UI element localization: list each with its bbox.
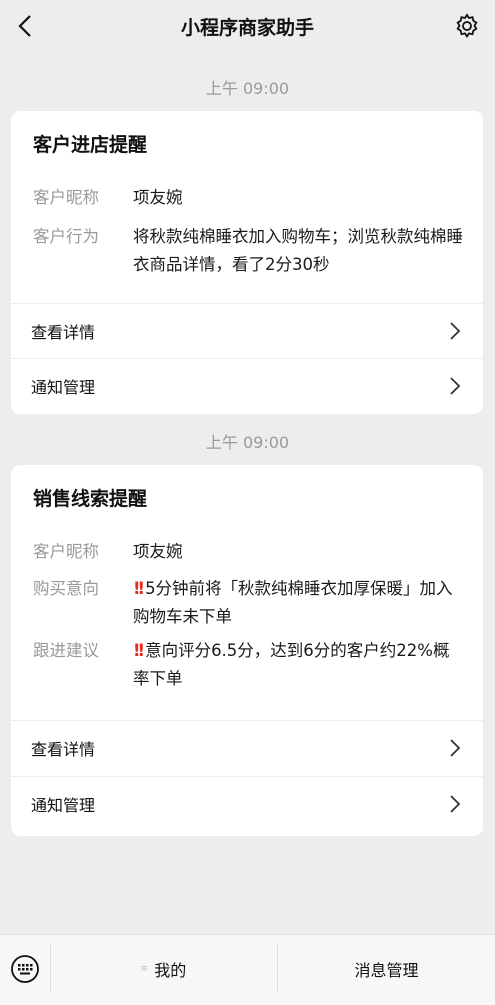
card-title: 销售线索提醒 [33,488,148,510]
menu-list-icon: ≡ [140,964,149,974]
link-label: 查看详情 [31,323,96,342]
message-time: 上午 09:00 [205,433,290,452]
chevron-right-icon [450,739,461,757]
page-title: 小程序商家助手 [180,16,314,39]
settings-button[interactable] [453,12,481,40]
keyboard-icon [11,955,39,983]
chevron-right-icon [450,377,461,395]
field-label: 购买意向 [33,579,99,598]
chevron-right-icon [450,322,461,340]
field-row: 客户昵称 项友婉 [11,184,463,212]
field-value: !! 5分钟前将「秋款纯棉睡衣加厚保暖」加入购物车未下单 [133,575,463,631]
alert-icon: !! [133,641,145,660]
field-row: 跟进建议 !! 意向评分6.5分，达到6分的客户约22%概率下单 [11,637,463,693]
notification-settings-link[interactable]: 通知管理 [11,358,483,413]
field-value: 项友婉 [133,542,183,561]
field-row: 购买意向 !! 5分钟前将「秋款纯棉睡衣加厚保暖」加入购物车未下单 [11,575,463,631]
field-text: 5分钟前将「秋款纯棉睡衣加厚保暖」加入购物车未下单 [133,579,453,626]
link-label: 查看详情 [31,740,96,759]
nav-bar: 小程序商家助手 [0,0,495,52]
chevron-right-icon [450,795,461,813]
view-details-link[interactable]: 查看详情 [11,303,483,358]
alert-icon: !! [133,579,145,598]
menu-tab-message-management[interactable]: 消息管理 [278,935,495,1003]
field-value: !! 意向评分6.5分，达到6分的客户约22%概率下单 [133,637,463,693]
field-label: 客户昵称 [33,542,99,561]
menu-tab-label: 消息管理 [354,961,419,980]
field-row: 客户行为 将秋款纯棉睡衣加入购物车；浏览秋款纯棉睡衣商品详情，看了2分30秒 [11,223,463,279]
field-value: 项友婉 [133,188,183,207]
back-button[interactable] [10,10,40,42]
message-card-customer-visit: 客户进店提醒 客户昵称 项友婉 客户行为 将秋款纯棉睡衣加入购物车；浏览秋款纯棉… [11,111,483,414]
field-label: 客户昵称 [33,188,99,207]
field-text: 意向评分6.5分，达到6分的客户约22%概率下单 [133,641,450,688]
message-card-sales-lead: 销售线索提醒 客户昵称 项友婉 购买意向 !! 5分钟前将「秋款纯棉睡衣加厚保暖」… [11,465,483,836]
card-title: 客户进店提醒 [33,134,148,156]
keyboard-toggle-button[interactable] [0,935,50,1003]
bottom-menu-bar: ≡ 我的 消息管理 [0,934,495,1005]
chevron-left-icon [18,15,31,37]
field-row: 客户昵称 项友婉 [11,538,463,566]
view-details-link[interactable]: 查看详情 [11,720,483,775]
menu-tab-mine[interactable]: ≡ 我的 [51,935,276,1003]
gear-icon [456,13,478,39]
field-value: 将秋款纯棉睡衣加入购物车；浏览秋款纯棉睡衣商品详情，看了2分30秒 [133,227,463,274]
field-label: 客户行为 [33,227,99,246]
menu-tab-label: 我的 [154,961,187,980]
field-label: 跟进建议 [33,641,99,660]
link-label: 通知管理 [31,378,96,397]
notification-settings-link[interactable]: 通知管理 [11,776,483,831]
link-label: 通知管理 [31,796,96,815]
message-time: 上午 09:00 [205,79,290,98]
